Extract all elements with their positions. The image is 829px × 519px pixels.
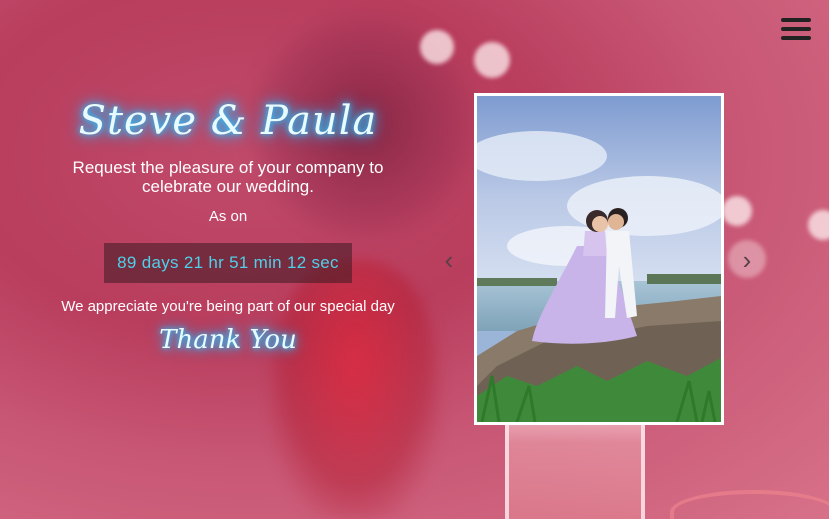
- bokeh-light: [474, 42, 510, 78]
- wedding-couple-photo: [474, 93, 724, 425]
- hamburger-menu-icon[interactable]: [781, 18, 811, 44]
- chevron-right-icon[interactable]: ›: [736, 243, 758, 277]
- bokeh-light: [808, 210, 829, 240]
- wedding-page: Steve & Paula Request the pleasure of yo…: [0, 0, 829, 519]
- countdown-timer: 89 days 21 hr 51 min 12 sec: [104, 243, 352, 283]
- chevron-left-icon[interactable]: ‹: [438, 243, 460, 277]
- couple-names: Steve & Paula: [78, 98, 378, 144]
- invitation-content: Steve & Paula Request the pleasure of yo…: [50, 92, 406, 355]
- thank-you-text: Thank You: [159, 325, 297, 355]
- invitation-text: Request the pleasure of your company to …: [72, 158, 384, 196]
- as-on-label: As on: [208, 208, 248, 225]
- bokeh-light: [420, 30, 454, 64]
- background-glass-rim: [670, 490, 829, 519]
- appreciation-text: We appreciate you're being part of our s…: [61, 298, 395, 315]
- photo-carousel: ‹ ›: [438, 93, 760, 425]
- background-wine-glass: [505, 410, 645, 519]
